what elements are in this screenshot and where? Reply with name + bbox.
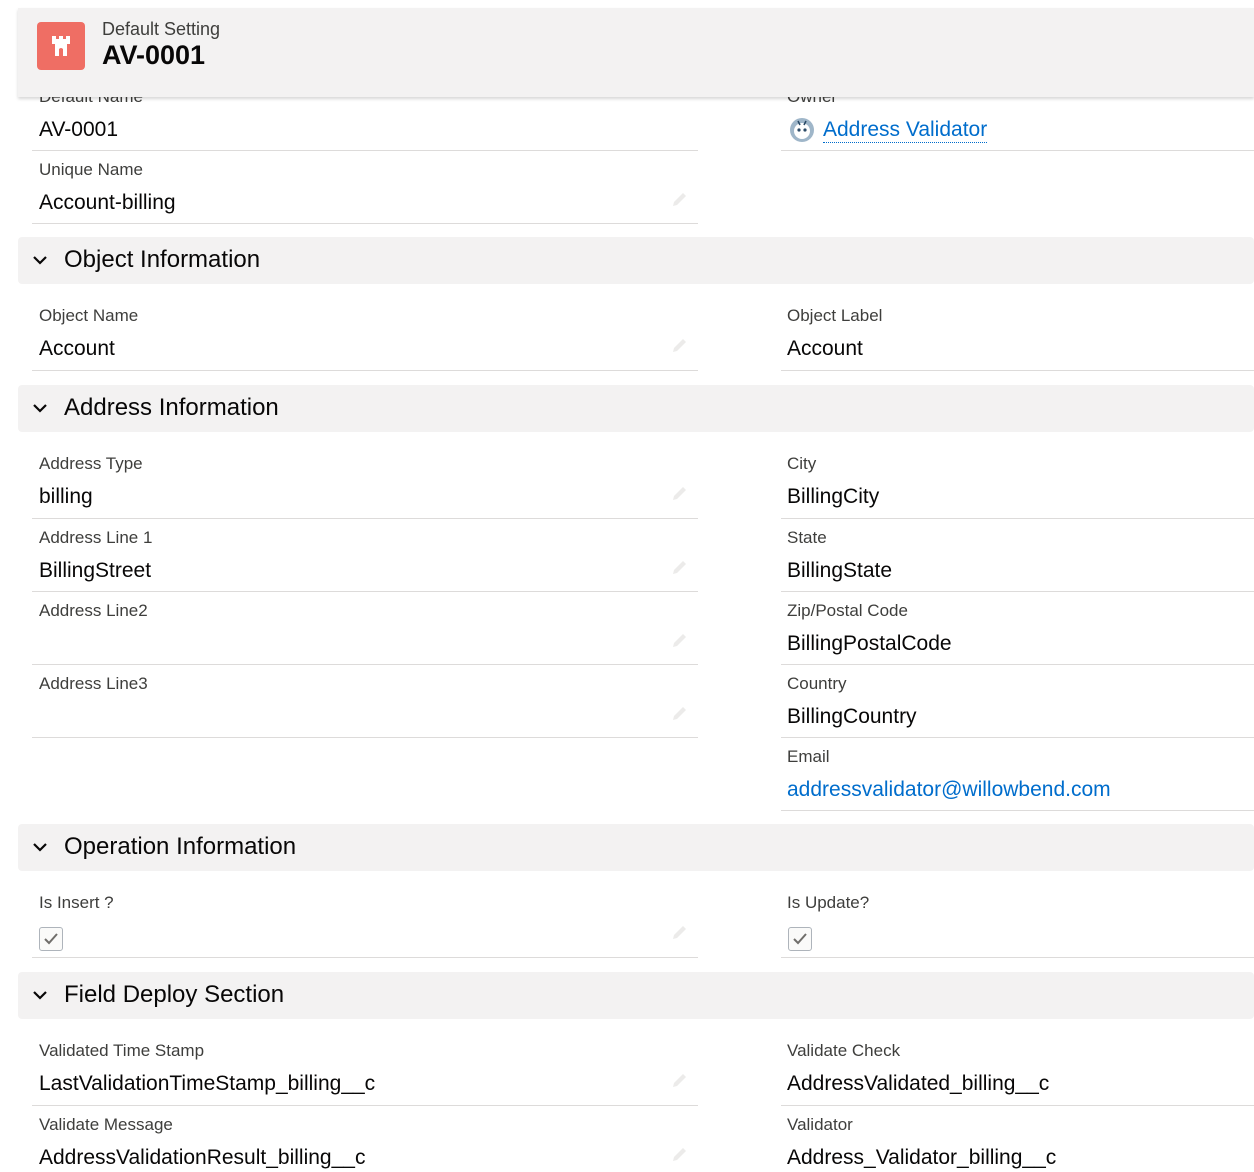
- field-label: Is Insert ?: [39, 893, 114, 912]
- field-value: BillingStreet: [39, 559, 152, 582]
- edit-pencil-icon[interactable]: [670, 557, 690, 577]
- edit-pencil-icon[interactable]: [670, 1144, 690, 1164]
- edit-pencil-icon[interactable]: [670, 922, 690, 942]
- email-link[interactable]: addressvalidator@willowbend.com: [787, 778, 1111, 802]
- field-value: BillingCountry: [787, 705, 917, 728]
- field-validate-check: Validate Check AddressValidated_billing_…: [781, 1032, 1254, 1106]
- field-label: Object Label: [787, 306, 883, 325]
- castle-icon: [37, 22, 85, 70]
- section-address-information[interactable]: Address Information: [18, 385, 1254, 432]
- field-validate-message: Validate Message AddressValidationResult…: [32, 1106, 698, 1172]
- field-value: BillingPostalCode: [787, 632, 952, 655]
- edit-pencil-icon[interactable]: [670, 189, 690, 209]
- field-value: AddressValidationResult_billing__c: [39, 1146, 366, 1169]
- field-label: Email: [787, 747, 830, 766]
- edit-pencil-icon[interactable]: [670, 703, 690, 723]
- field-value: AddressValidated_billing__c: [787, 1072, 1050, 1095]
- chevron-down-icon: [33, 991, 47, 1000]
- field-email: Email addressvalidator@willowbend.com: [781, 738, 1254, 811]
- field-label: Unique Name: [39, 160, 143, 179]
- field-address-line-2: Address Line2: [32, 592, 698, 665]
- field-label: Zip/Postal Code: [787, 601, 908, 620]
- chevron-down-icon: [33, 404, 47, 413]
- field-label: Is Update?: [787, 893, 870, 912]
- field-value: BillingCity: [787, 485, 880, 508]
- edit-pencil-icon[interactable]: [670, 483, 690, 503]
- field-object-name: Object Name Account: [32, 297, 698, 371]
- is-update-checkbox[interactable]: [788, 927, 812, 951]
- section-title: Field Deploy Section: [64, 981, 285, 1008]
- field-value: Address_Validator_billing__c: [787, 1146, 1057, 1169]
- field-label: Validator: [787, 1115, 853, 1134]
- field-value: Account: [787, 337, 863, 360]
- field-validated-time-stamp: Validated Time Stamp LastValidationTimeS…: [32, 1032, 698, 1106]
- chevron-down-icon: [33, 256, 47, 265]
- field-address-line-3: Address Line3: [32, 665, 698, 738]
- field-zip: Zip/Postal Code BillingPostalCode: [781, 592, 1254, 665]
- field-value: Account: [39, 337, 115, 360]
- field-country: Country BillingCountry: [781, 665, 1254, 738]
- field-label: Address Type: [39, 454, 143, 473]
- section-field-deploy[interactable]: Field Deploy Section: [18, 972, 1254, 1019]
- field-value: LastValidationTimeStamp_billing__c: [39, 1072, 376, 1095]
- field-city: City BillingCity: [781, 445, 1254, 519]
- field-object-label: Object Label Account: [781, 297, 1254, 371]
- owner-link[interactable]: Address Validator: [823, 118, 988, 143]
- record-title: AV-0001: [102, 40, 206, 70]
- field-label: Object Name: [39, 306, 139, 325]
- field-label: Address Line 1: [39, 528, 153, 547]
- field-value: billing: [39, 485, 93, 508]
- field-unique-name: Unique Name Account-billing: [32, 151, 698, 224]
- section-title: Object Information: [64, 246, 261, 273]
- field-label: Validated Time Stamp: [39, 1041, 205, 1060]
- field-address-type: Address Type billing: [32, 445, 698, 519]
- section-title: Operation Information: [64, 833, 297, 860]
- section-operation-information[interactable]: Operation Information: [18, 824, 1254, 871]
- field-label: Address Line2: [39, 601, 148, 620]
- field-state: State BillingState: [781, 519, 1254, 592]
- chevron-down-icon: [33, 843, 47, 852]
- section-title: Address Information: [64, 394, 279, 421]
- field-label: Address Line3: [39, 674, 148, 693]
- field-label: City: [787, 454, 817, 473]
- field-label: State: [787, 528, 827, 547]
- field-value: Account-billing: [39, 191, 176, 214]
- edit-pencil-icon[interactable]: [670, 335, 690, 355]
- user-avatar-icon: [790, 118, 814, 142]
- field-is-insert: Is Insert ?: [32, 884, 698, 958]
- record-type-label: Default Setting: [102, 19, 221, 39]
- edit-pencil-icon[interactable]: [670, 630, 690, 650]
- field-value: AV-0001: [39, 118, 119, 141]
- field-value: BillingState: [787, 559, 893, 582]
- is-insert-checkbox[interactable]: [39, 927, 63, 951]
- field-label: Validate Message: [39, 1115, 173, 1134]
- section-object-information[interactable]: Object Information: [18, 237, 1254, 284]
- field-label: Country: [787, 674, 847, 693]
- edit-pencil-icon[interactable]: [670, 1070, 690, 1090]
- field-is-update: Is Update?: [781, 884, 1254, 958]
- field-label: Validate Check: [787, 1041, 901, 1060]
- field-address-line-1: Address Line 1 BillingStreet: [32, 519, 698, 592]
- field-validator: Validator Address_Validator_billing__c: [781, 1106, 1254, 1172]
- record-header: Default Setting AV-0001: [18, 8, 1254, 97]
